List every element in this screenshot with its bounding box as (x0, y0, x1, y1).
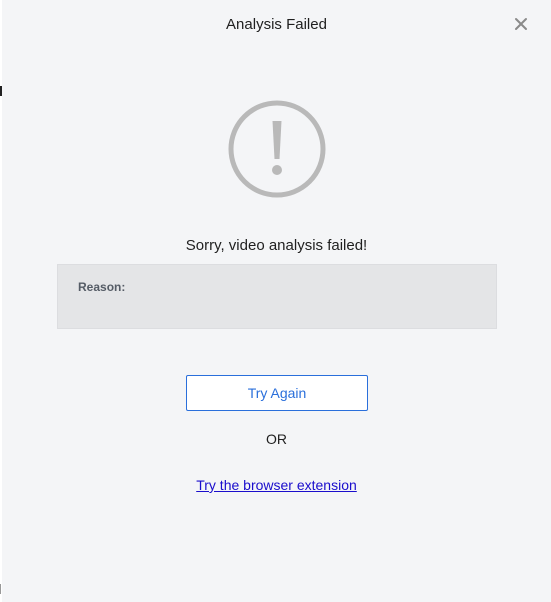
background-edge-mark-lower (0, 584, 1, 594)
dialog-title: Analysis Failed (226, 16, 327, 33)
extension-link-container: Try the browser extension (2, 477, 551, 493)
close-icon (515, 18, 527, 30)
reason-box: Reason: (57, 264, 497, 329)
reason-label: Reason: (78, 280, 126, 294)
browser-extension-link[interactable]: Try the browser extension (196, 477, 357, 493)
analysis-failed-dialog: Analysis Failed Sorry, video analysis fa… (2, 0, 551, 602)
close-button[interactable] (512, 15, 530, 33)
failure-message: Sorry, video analysis failed! (185, 237, 368, 254)
try-again-button[interactable]: Try Again (186, 375, 368, 411)
or-separator: OR (266, 431, 287, 447)
warning-circle-icon (227, 99, 327, 199)
